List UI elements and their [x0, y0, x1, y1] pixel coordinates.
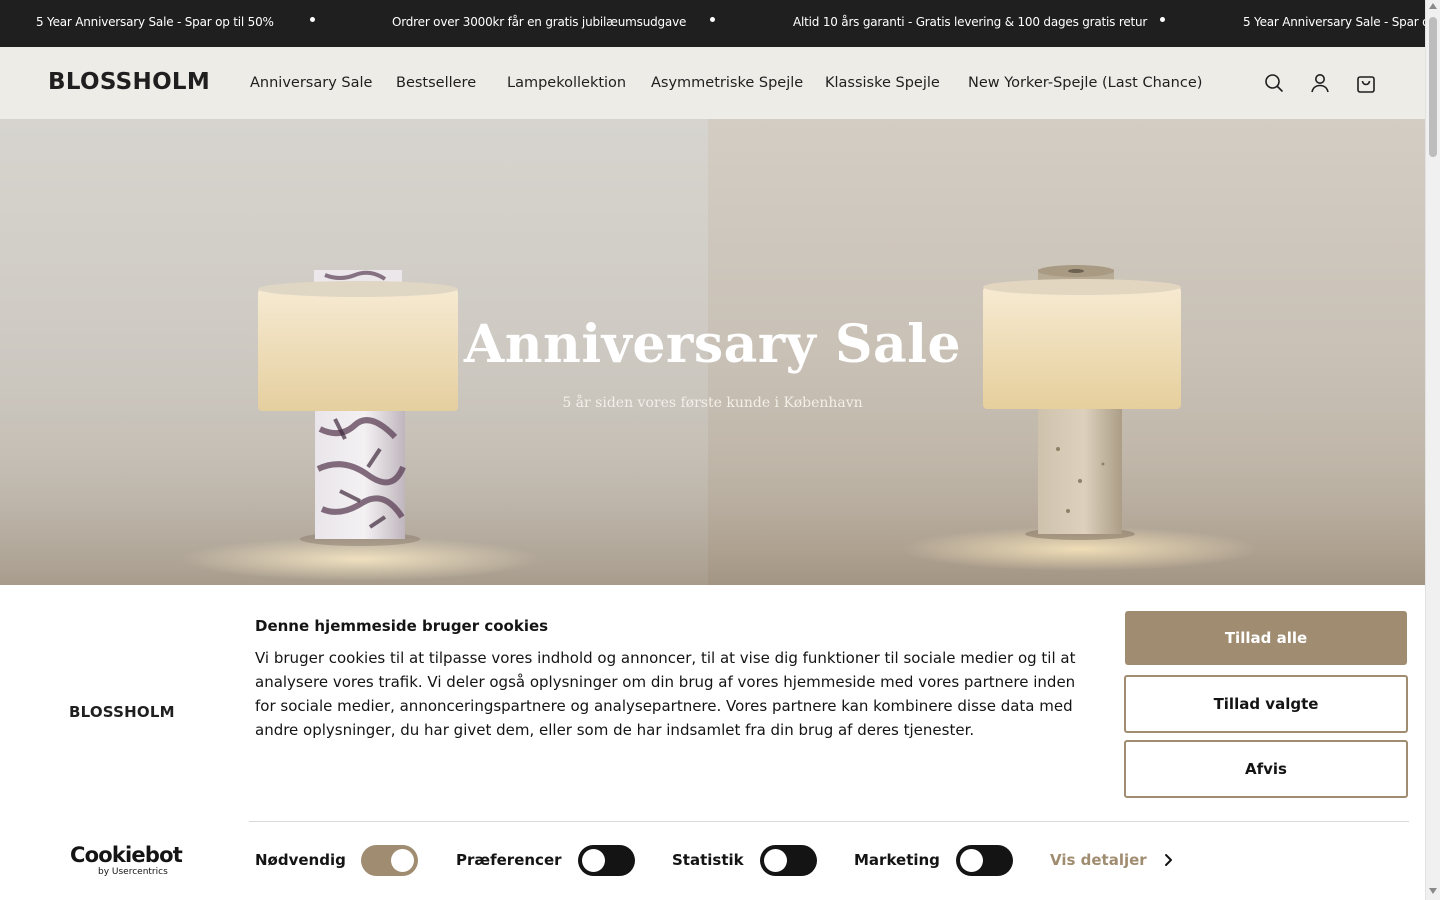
toggle-knob: [582, 849, 605, 872]
announcement-separator: [710, 17, 715, 22]
nav-klassiske-spejle[interactable]: Klassiske Spejle: [825, 75, 940, 91]
hero-title: Anniversary Sale: [463, 314, 962, 375]
toggle-necessary[interactable]: [361, 845, 418, 876]
announcement-item[interactable]: Altid 10 års garanti - Gratis levering &…: [793, 15, 1147, 29]
reject-button[interactable]: Afvis: [1124, 740, 1408, 798]
cookie-banner-title: Denne hjemmeside bruger cookies: [255, 617, 549, 635]
nav-new-yorker-spejle[interactable]: New Yorker-Spejle (Last Chance): [968, 75, 1202, 91]
cookiebot-brand: Cookiebot: [70, 843, 183, 867]
announcement-separator: [310, 17, 315, 22]
allow-selected-button[interactable]: Tillad valgte: [1124, 675, 1408, 733]
scroll-down-arrow-icon[interactable]: [1429, 888, 1437, 894]
toggle-preferences[interactable]: [578, 845, 635, 876]
search-icon[interactable]: [1263, 72, 1285, 94]
scroll-up-arrow-icon[interactable]: [1429, 3, 1437, 9]
nav-lampekollektion[interactable]: Lampekollektion: [507, 75, 626, 91]
announcement-bar: 5 Year Anniversary Sale - Spar op til 50…: [0, 0, 1425, 47]
toggle-label-necessary: Nødvendig: [255, 851, 346, 869]
announcement-item[interactable]: 5 Year Anniversary Sale - Spar op til 50…: [36, 15, 274, 29]
allow-all-button[interactable]: Tillad alle: [1125, 611, 1407, 665]
hero-subtitle: 5 år siden vores første kunde i Københav…: [562, 395, 863, 411]
show-details-link[interactable]: Vis detaljer: [1050, 851, 1147, 869]
site-header: BLOSSHOLM Anniversary Sale Bestsellere L…: [0, 47, 1425, 119]
toggle-knob: [960, 849, 983, 872]
toggle-marketing[interactable]: [956, 845, 1013, 876]
announcement-item[interactable]: 5 Year Anniversary Sale - Spar op til 5: [1243, 15, 1425, 29]
cookie-banner-text: Vi bruger cookies til at tilpasse vores …: [255, 649, 1076, 739]
toggle-label-preferences: Præferencer: [456, 851, 562, 869]
announcement-separator: [1160, 17, 1165, 22]
cart-icon[interactable]: [1355, 72, 1377, 94]
page-scrollbar[interactable]: [1425, 0, 1440, 900]
cookie-consent-banner: BLOSSHOLM Denne hjemmeside bruger cookie…: [0, 585, 1425, 900]
cookie-banner-divider: [249, 821, 1409, 822]
scrollbar-thumb[interactable]: [1429, 17, 1437, 157]
site-logo[interactable]: BLOSSHOLM: [48, 69, 210, 95]
toggle-knob: [764, 849, 787, 872]
cookie-banner-logo: BLOSSHOLM: [69, 703, 175, 721]
nav-bestsellere[interactable]: Bestsellere: [396, 75, 476, 91]
toggle-knob: [391, 849, 414, 872]
toggle-label-statistics: Statistik: [672, 851, 744, 869]
toggle-label-marketing: Marketing: [854, 851, 940, 869]
toggle-statistics[interactable]: [760, 845, 817, 876]
nav-asymmetriske-spejle[interactable]: Asymmetriske Spejle: [651, 75, 803, 91]
chevron-right-icon[interactable]: [1163, 853, 1175, 867]
nav-anniversary-sale[interactable]: Anniversary Sale: [250, 75, 372, 91]
announcement-item[interactable]: Ordrer over 3000kr får en gratis jubilæu…: [392, 15, 686, 29]
cookiebot-logo[interactable]: Cookiebot by Usercentrics: [70, 843, 183, 877]
account-icon[interactable]: [1309, 72, 1331, 94]
hero-banner[interactable]: Anniversary Sale 5 år siden vores første…: [0, 119, 1425, 585]
cookiebot-sub: by Usercentrics: [98, 867, 168, 877]
